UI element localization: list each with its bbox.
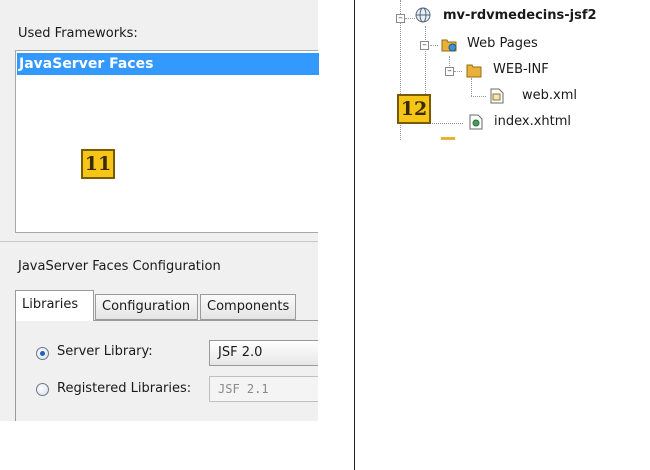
radio-selected-dot [40,351,45,356]
tree-node-index-xhtml[interactable]: index.xhtml [494,114,571,129]
tab-configuration[interactable]: Configuration [95,294,198,320]
frameworks-list[interactable]: JavaServer Faces 11 [15,50,319,233]
framework-config-panel: Used Frameworks: JavaServer Faces 11 Jav… [0,0,319,421]
panel-separator [354,0,355,470]
tree-node-web-xml[interactable]: web.xml [522,88,577,103]
globe-project-icon [415,7,431,23]
tree-guide-line [454,71,462,72]
folder-icon [441,137,455,140]
libraries-tab-panel [15,320,318,421]
tab-libraries[interactable]: Libraries [15,290,94,321]
tree-guide-line [471,96,486,97]
collapse-toggle-project[interactable]: – [396,14,405,23]
tree-guide-line [405,18,415,19]
tree-guide-line [430,45,438,46]
registered-libraries-dropdown[interactable]: JSF 2.1 [209,376,318,402]
callout-marker-11: 11 [81,149,115,179]
server-library-label: Server Library: [57,344,153,359]
collapse-toggle-web-inf[interactable]: – [445,67,454,76]
tree-guide-line [471,78,472,96]
framework-item-jsf[interactable]: JavaServer Faces [17,53,319,75]
tab-components[interactable]: Components [200,294,296,320]
xml-file-icon [490,88,504,104]
section-divider [0,241,318,242]
used-frameworks-label: Used Frameworks: [18,26,138,41]
jsf-configuration-label: JavaServer Faces Configuration [18,259,221,274]
xhtml-file-icon [469,114,483,130]
folder-icon [466,64,482,78]
tree-node-project[interactable]: mv-rdvmedecins-jsf2 [443,8,597,23]
web-pages-folder-icon [441,39,457,52]
server-library-dropdown[interactable]: JSF 2.0 [209,340,318,366]
server-library-radio[interactable] [36,347,49,360]
tree-node-web-pages[interactable]: Web Pages [467,36,538,51]
collapse-toggle-web-pages[interactable]: – [420,41,429,50]
tree-node-web-inf[interactable]: WEB-INF [493,62,549,77]
callout-marker-12: 12 [397,94,431,124]
registered-libraries-label: Registered Libraries: [57,381,192,396]
registered-libraries-radio[interactable] [36,383,49,396]
